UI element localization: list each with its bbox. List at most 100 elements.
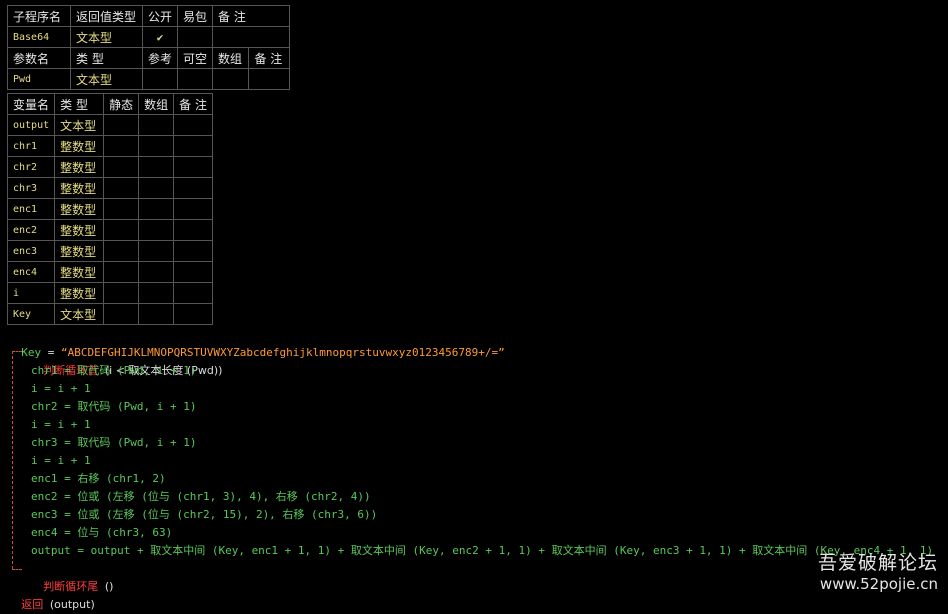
var-static-cell[interactable] [103,135,140,157]
code-line[interactable]: i = i + 1 [31,452,91,470]
code-line[interactable]: chr3 = 取代码 (Pwd, i + 1) [31,434,196,452]
param-header-row: 参数名 类 型 参考 可空 数组 备 注 [7,47,291,69]
variable-row[interactable]: Key 文本型 [6,303,213,325]
var-array-cell[interactable] [138,114,175,136]
variable-row[interactable]: output 文本型 [6,114,213,136]
var-name-cell[interactable]: enc3 [6,240,56,262]
param-nullable-cell[interactable] [177,68,214,90]
code-line[interactable]: enc1 = 右移 (chr1, 2) [31,470,166,488]
var-type-cell[interactable]: 整数型 [54,282,105,304]
code-line[interactable]: enc3 = 位或 (左移 (位与 (chr2, 15), 2), 右移 (ch… [31,506,377,524]
variable-row[interactable]: enc4 整数型 [6,261,213,283]
var-note-cell[interactable] [173,198,213,220]
code-line[interactable]: chr2 = 取代码 (Pwd, i + 1) [31,398,196,416]
var-type-cell[interactable]: 文本型 [54,303,105,325]
var-array-cell[interactable] [138,177,175,199]
sub-return-type-cell[interactable]: 文本型 [70,26,143,48]
var-type-cell[interactable]: 整数型 [54,261,105,283]
var-array-cell[interactable] [138,198,175,220]
var-array-cell[interactable] [138,135,175,157]
var-type-cell[interactable]: 文本型 [54,114,105,136]
header-param-type: 类 型 [70,47,143,69]
sub-note-cell[interactable] [212,26,291,48]
public-check-icon[interactable]: ✔ [141,26,179,48]
loop-arrow-bottom [12,569,22,570]
header-var-array: 数组 [138,93,175,115]
code-line[interactable]: enc2 = 位或 (左移 (位与 (chr1, 3), 4), 右移 (chr… [31,488,371,506]
loop-connector-line [12,351,13,569]
param-ref-cell[interactable] [141,68,179,90]
var-static-cell[interactable] [103,177,140,199]
var-array-cell[interactable] [138,156,175,178]
header-param-array: 数组 [212,47,250,69]
var-type-cell[interactable]: 整数型 [54,219,105,241]
var-type-cell[interactable]: 整数型 [54,135,105,157]
code-line[interactable]: output = output + 取文本中间 (Key, enc1 + 1, … [31,542,941,560]
variable-row[interactable]: i 整数型 [6,282,213,304]
var-type-cell[interactable]: 整数型 [54,156,105,178]
easy-pack-cell[interactable] [177,26,214,48]
code-line[interactable]: enc4 = 位与 (chr3, 63) [31,524,172,542]
param-row[interactable]: Pwd 文本型 [7,68,291,90]
variable-row[interactable]: chr1 整数型 [6,135,213,157]
variable-row[interactable]: chr2 整数型 [6,156,213,178]
return-line[interactable]: 返回 (output) [8,578,95,614]
loop-tail-args: () [104,580,114,593]
var-static-cell[interactable] [103,156,140,178]
var-array-cell[interactable] [138,303,175,325]
var-type-cell[interactable]: 整数型 [54,177,105,199]
param-name-cell[interactable]: Pwd [7,68,71,90]
var-name-cell[interactable]: output [6,114,56,136]
variable-row[interactable]: enc2 整数型 [6,219,213,241]
var-note-cell[interactable] [173,156,213,178]
header-return-type: 返回值类型 [70,5,143,27]
var-static-cell[interactable] [103,303,140,325]
var-note-cell[interactable] [173,177,213,199]
sub-name-cell[interactable]: Base64 [7,26,71,48]
var-note-cell[interactable] [173,114,213,136]
variable-row[interactable]: enc1 整数型 [6,198,213,220]
var-static-cell[interactable] [103,240,140,262]
variable-header-row: 变量名 类 型 静态 数组 备 注 [6,93,213,115]
var-static-cell[interactable] [103,261,140,283]
header-var-name: 变量名 [6,93,56,115]
var-static-cell[interactable] [103,114,140,136]
watermark-url: www.52pojie.cn [819,575,938,593]
var-type-cell[interactable]: 整数型 [54,240,105,262]
var-name-cell[interactable]: enc1 [6,198,56,220]
subroutine-table: 子程序名 返回值类型 公开 易包 备 注 Base64 文本型 ✔ 参数名 类 … [7,5,291,90]
var-static-cell[interactable] [103,282,140,304]
variable-row[interactable]: chr3 整数型 [6,177,213,199]
var-note-cell[interactable] [173,261,213,283]
var-array-cell[interactable] [138,219,175,241]
var-type-cell[interactable]: 整数型 [54,198,105,220]
var-note-cell[interactable] [173,282,213,304]
header-var-type: 类 型 [54,93,105,115]
var-name-cell[interactable]: chr1 [6,135,56,157]
var-static-cell[interactable] [103,198,140,220]
var-name-cell[interactable]: enc2 [6,219,56,241]
var-name-cell[interactable]: enc4 [6,261,56,283]
var-array-cell[interactable] [138,240,175,262]
var-name-cell[interactable]: Key [6,303,56,325]
var-array-cell[interactable] [138,282,175,304]
param-type-cell[interactable]: 文本型 [70,68,143,90]
var-note-cell[interactable] [173,303,213,325]
var-static-cell[interactable] [103,219,140,241]
var-note-cell[interactable] [173,240,213,262]
var-note-cell[interactable] [173,219,213,241]
code-line[interactable]: i = i + 1 [31,380,91,398]
var-array-cell[interactable] [138,261,175,283]
subroutine-header-row: 子程序名 返回值类型 公开 易包 备 注 [7,5,291,27]
var-name-cell[interactable]: chr2 [6,156,56,178]
param-array-cell[interactable] [212,68,250,90]
param-note-cell[interactable] [248,68,291,90]
var-name-cell[interactable]: chr3 [6,177,56,199]
code-line[interactable]: chr1 = 取代码 (Pwd, i + 1) [31,362,196,380]
code-line[interactable]: i = i + 1 [31,416,91,434]
header-param-ref: 参考 [141,47,179,69]
subroutine-row[interactable]: Base64 文本型 ✔ [7,26,291,48]
var-name-cell[interactable]: i [6,282,56,304]
var-note-cell[interactable] [173,135,213,157]
variable-row[interactable]: enc3 整数型 [6,240,213,262]
